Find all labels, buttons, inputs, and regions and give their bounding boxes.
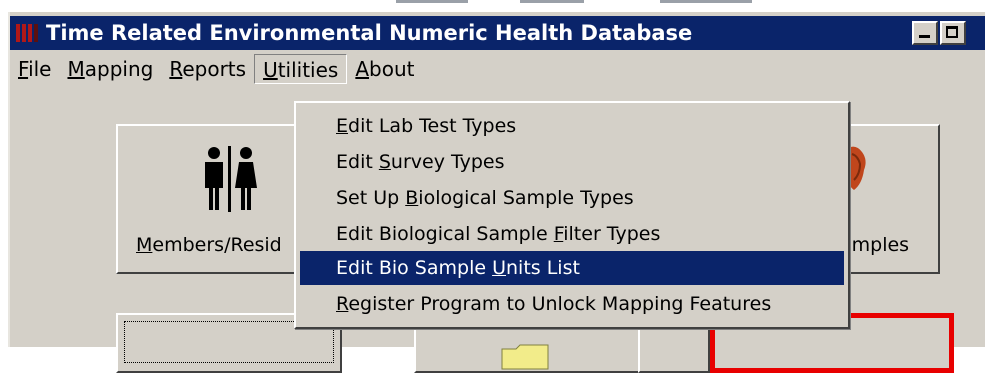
members-button-label: Members/Resid xyxy=(136,234,282,256)
menu-reports[interactable]: Reports xyxy=(161,54,254,84)
menu-file[interactable]: File xyxy=(10,54,59,84)
main-window: Time Related Environmental Numeric Healt… xyxy=(8,12,985,373)
members-residents-button[interactable]: Members/Resid xyxy=(116,124,306,274)
menu-item-edit-biological-sample-filter-types[interactable]: Edit Biological Sample Filter Types xyxy=(300,217,844,251)
menu-item-register-program[interactable]: Register Program to Unlock Mapping Featu… xyxy=(300,287,844,321)
minimize-button[interactable] xyxy=(912,21,938,45)
bookshelf-icon[interactable] xyxy=(14,22,44,44)
menu-about[interactable]: About xyxy=(347,54,422,84)
menu-item-edit-lab-test-types[interactable]: Edit Lab Test Types xyxy=(300,109,844,143)
menu-bar: File Mapping Reports Utilities About xyxy=(10,52,985,86)
window-title: Time Related Environmental Numeric Healt… xyxy=(46,21,693,45)
menu-item-edit-bio-sample-units-list[interactable]: Edit Bio Sample Units List xyxy=(300,251,844,285)
folder-icon xyxy=(501,344,549,370)
utilities-dropdown: Edit Lab Test Types Edit Survey Types Se… xyxy=(294,101,850,329)
title-bar[interactable]: Time Related Environmental Numeric Healt… xyxy=(10,16,985,50)
menu-mapping[interactable]: Mapping xyxy=(59,54,161,84)
menu-item-setup-biological-sample-types[interactable]: Set Up Biological Sample Types xyxy=(300,181,844,215)
menu-item-edit-survey-types[interactable]: Edit Survey Types xyxy=(300,145,844,179)
man-woman-icon xyxy=(205,146,257,212)
maximize-button[interactable] xyxy=(940,21,966,45)
menu-utilities[interactable]: Utilities xyxy=(254,54,348,84)
samples-button-label: amples xyxy=(840,234,910,256)
